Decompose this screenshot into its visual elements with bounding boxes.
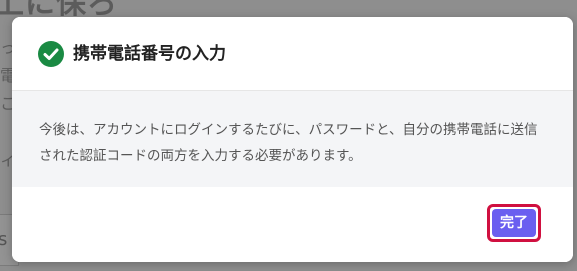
dialog-header: 携帯電話番号の入力 xyxy=(12,17,573,90)
phone-confirm-dialog: 携帯電話番号の入力 今後は、アカウントにログインするたびに、パスワードと、自分の… xyxy=(12,17,573,262)
dialog-body: 今後は、アカウントにログインするたびに、パスワードと、自分の携帯電話に送信された… xyxy=(12,90,573,188)
done-button[interactable]: 完了 xyxy=(492,209,536,237)
dialog-message: 今後は、アカウントにログインするたびに、パスワードと、自分の携帯電話に送信された… xyxy=(39,122,538,164)
check-circle-icon xyxy=(38,41,64,67)
background-input-value: s xyxy=(0,229,8,250)
dialog-title: 携帯電話番号の入力 xyxy=(73,44,226,64)
dialog-footer: 完了 xyxy=(12,187,573,262)
